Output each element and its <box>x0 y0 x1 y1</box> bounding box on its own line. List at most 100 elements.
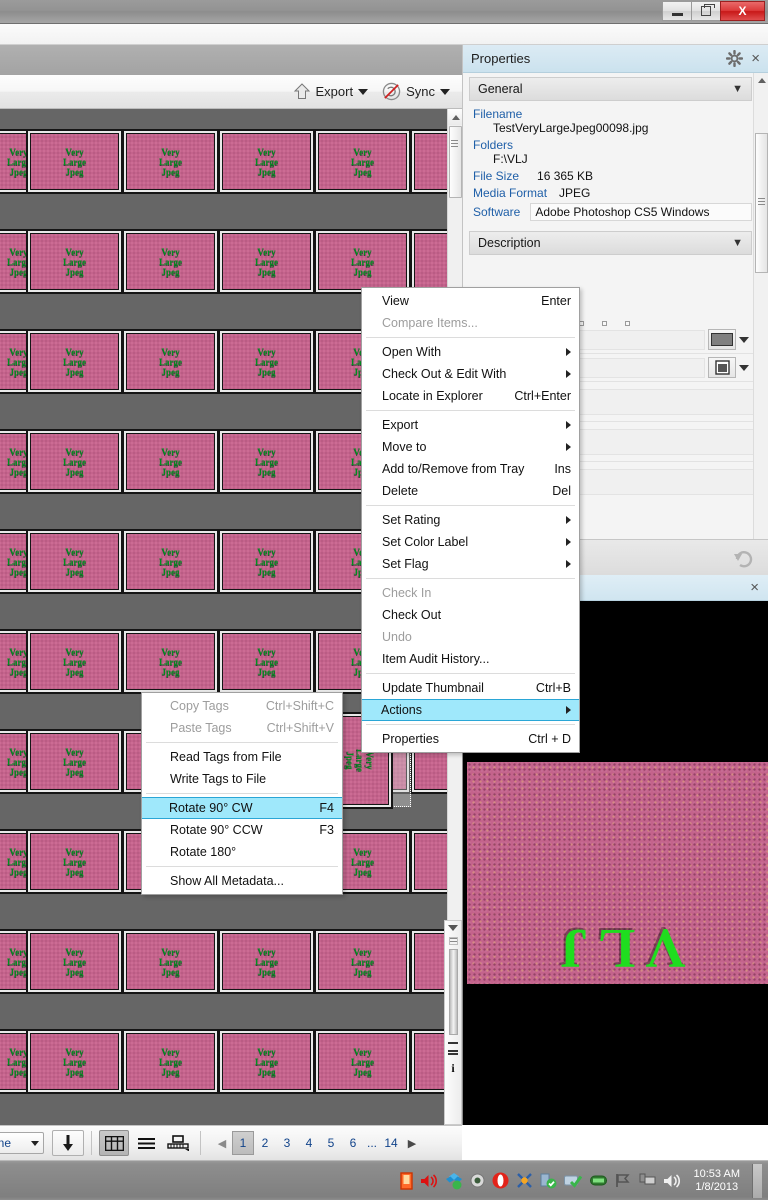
slider-grip-icon[interactable] <box>448 937 458 945</box>
menu-item-set-rating[interactable]: Set Rating <box>362 509 579 531</box>
thumbnail-item[interactable]: VeryLargeJpeg <box>218 629 315 694</box>
rating-dot-icon[interactable] <box>625 321 630 326</box>
dropbox-icon[interactable] <box>445 1172 463 1190</box>
menu-item-check-out-edit-with[interactable]: Check Out & Edit With <box>362 363 579 385</box>
field-folders-value[interactable]: F:\VLJ <box>493 152 752 166</box>
volume-red-icon[interactable] <box>420 1173 438 1189</box>
calendar-button[interactable] <box>708 357 736 378</box>
context-menu[interactable]: View Enter Compare Items... Open With Check … <box>361 287 580 753</box>
menu-item-item-audit-history[interactable]: Item Audit History... <box>362 648 579 670</box>
thumbnail-item[interactable]: VeryLargeJpeg <box>122 129 219 194</box>
green-tag-icon[interactable] <box>589 1174 608 1187</box>
revert-icon[interactable] <box>733 548 755 568</box>
section-general[interactable]: General ▼ <box>469 77 752 101</box>
menu-item-actions[interactable]: Actions <box>362 699 579 721</box>
page-button-6[interactable]: 6 <box>342 1131 364 1155</box>
info-icon[interactable]: i <box>451 1061 454 1076</box>
thumbnail-item[interactable]: VeryLargeJpeg <box>122 429 219 494</box>
thumbnail-item[interactable]: VeryLargeJpeg <box>218 329 315 394</box>
menu-item-rotate-90-cw[interactable]: Rotate 90° CW F4 <box>142 797 342 819</box>
page-button-2[interactable]: 2 <box>254 1131 276 1155</box>
page-button-3[interactable]: 3 <box>276 1131 298 1155</box>
thumbnail-item[interactable]: VeryLargeJpeg <box>410 929 447 994</box>
opera-icon[interactable] <box>492 1172 509 1189</box>
menu-item-check-out[interactable]: Check Out <box>362 604 579 626</box>
preview-close-icon[interactable]: × <box>750 579 759 596</box>
xmarks-icon[interactable] <box>516 1172 533 1189</box>
menu-item-read-tags-from-file[interactable]: Read Tags from File <box>142 746 342 768</box>
field-software-value[interactable]: Adobe Photoshop CS5 Windows <box>530 203 752 221</box>
next-page-button[interactable]: ▶ <box>402 1131 422 1155</box>
thumbnail-item[interactable]: VeryLargeJpeg <box>26 329 123 394</box>
sort-direction-button[interactable] <box>52 1130 84 1156</box>
list-view-icon[interactable] <box>448 1042 458 1044</box>
close-button[interactable]: X <box>720 1 765 21</box>
thumbnail-item[interactable]: VeryLargeJpeg <box>314 229 411 294</box>
thumbnail-item[interactable]: VeryLargeJpeg <box>26 1029 123 1094</box>
chevron-down-icon[interactable] <box>448 925 458 931</box>
color-swatch-button[interactable] <box>708 329 736 350</box>
thumbnail-item[interactable]: VeryLargeJpeg <box>218 229 315 294</box>
thumbnail-item[interactable]: VeryLargeJpeg <box>218 929 315 994</box>
thumbnail-item[interactable]: VeryLargeJpeg <box>314 929 411 994</box>
field-filename-value[interactable]: TestVeryLargeJpeg00098.jpg <box>493 121 752 135</box>
menu-item-update-thumbnail[interactable]: Update Thumbnail Ctrl+B <box>362 677 579 699</box>
menu-item-move-to[interactable]: Move to <box>362 436 579 458</box>
thumbnail-item[interactable]: VeryLargeJpeg <box>26 629 123 694</box>
page-button-14[interactable]: 14 <box>380 1131 402 1155</box>
volume-icon[interactable] <box>663 1173 681 1189</box>
scrollbar-thumb[interactable] <box>449 126 462 198</box>
menu-item-add-to-remove-from-tray[interactable]: Add to/Remove from Tray Ins <box>362 458 579 480</box>
rating-dot-icon[interactable] <box>602 321 607 326</box>
maximize-button[interactable] <box>691 1 720 21</box>
thumbnail-item[interactable]: VeryLargeJpeg <box>26 829 123 894</box>
list-view-button[interactable] <box>131 1130 161 1156</box>
menu-item-rotate-180[interactable]: Rotate 180° <box>142 841 342 863</box>
thumbnail-item[interactable]: VeryLargeJpeg <box>26 929 123 994</box>
section-description[interactable]: Description ▼ <box>469 231 752 255</box>
filmstrip-view-button[interactable] <box>163 1130 193 1156</box>
page-button-4[interactable]: 4 <box>298 1131 320 1155</box>
thumbnail-item[interactable]: VeryLargeJpeg <box>314 1029 411 1094</box>
battery-icon[interactable] <box>399 1171 413 1190</box>
menu-item-properties[interactable]: Properties Ctrl + D <box>362 728 579 750</box>
taskbar-clock[interactable]: 10:53 AM 1/8/2013 <box>694 1168 740 1194</box>
backup-check-icon[interactable] <box>563 1173 583 1188</box>
menu-item-set-flag[interactable]: Set Flag <box>362 553 579 575</box>
thumbnail-item[interactable]: VeryLargeJpeg <box>122 629 219 694</box>
thumbnail-item[interactable]: VeryLargeJpeg <box>122 329 219 394</box>
thumbnail-item[interactable]: VeryLargeJpeg <box>26 129 123 194</box>
page-button-1[interactable]: 1 <box>232 1131 254 1155</box>
date-chevron-down-icon[interactable] <box>739 364 749 371</box>
flag-icon[interactable] <box>615 1173 632 1188</box>
export-chevron-down-icon[interactable] <box>358 88 369 95</box>
filter-select[interactable]: one <box>0 1132 44 1154</box>
show-desktop-button[interactable] <box>752 1163 762 1198</box>
gear-icon[interactable] <box>726 50 744 67</box>
sync-check-icon[interactable] <box>540 1172 557 1189</box>
previous-page-button[interactable]: ◀ <box>212 1131 232 1155</box>
thumbnail-item[interactable]: VeryLargeJpeg <box>122 229 219 294</box>
properties-close-icon[interactable]: × <box>751 50 760 67</box>
slider-track[interactable] <box>448 949 458 1035</box>
sync-button[interactable]: Sync <box>378 79 454 104</box>
thumbnail-item[interactable]: VeryLargeJpeg <box>26 229 123 294</box>
thumbnail-item[interactable]: VeryLargeJpeg <box>122 929 219 994</box>
thumbnail-item[interactable]: VeryLargeJpeg <box>314 129 411 194</box>
menu-item-open-with[interactable]: Open With <box>362 341 579 363</box>
page-button-5[interactable]: 5 <box>320 1131 342 1155</box>
thumbnail-item[interactable]: VeryLargeJpeg <box>26 729 123 794</box>
thumbnail-item[interactable]: VeryLargeJpeg <box>122 1029 219 1094</box>
menu-item-set-color-label[interactable]: Set Color Label <box>362 531 579 553</box>
color-chevron-down-icon[interactable] <box>739 336 749 343</box>
properties-scrollbar[interactable] <box>753 73 768 575</box>
thumbnail-item[interactable]: VeryLargeJpeg <box>218 529 315 594</box>
generic-app-icon[interactable] <box>470 1173 485 1188</box>
menu-item-rotate-90-ccw[interactable]: Rotate 90° CCW F3 <box>142 819 342 841</box>
menu-item-delete[interactable]: Delete Del <box>362 480 579 502</box>
thumbnail-item[interactable]: VeryLargeJpeg <box>122 529 219 594</box>
scroll-up-button[interactable] <box>448 109 463 125</box>
thumbnail-size-slider[interactable]: i <box>444 920 462 1125</box>
thumbnail-item[interactable]: VeryLargeJpeg <box>26 429 123 494</box>
detail-view-icon[interactable] <box>448 1050 458 1052</box>
